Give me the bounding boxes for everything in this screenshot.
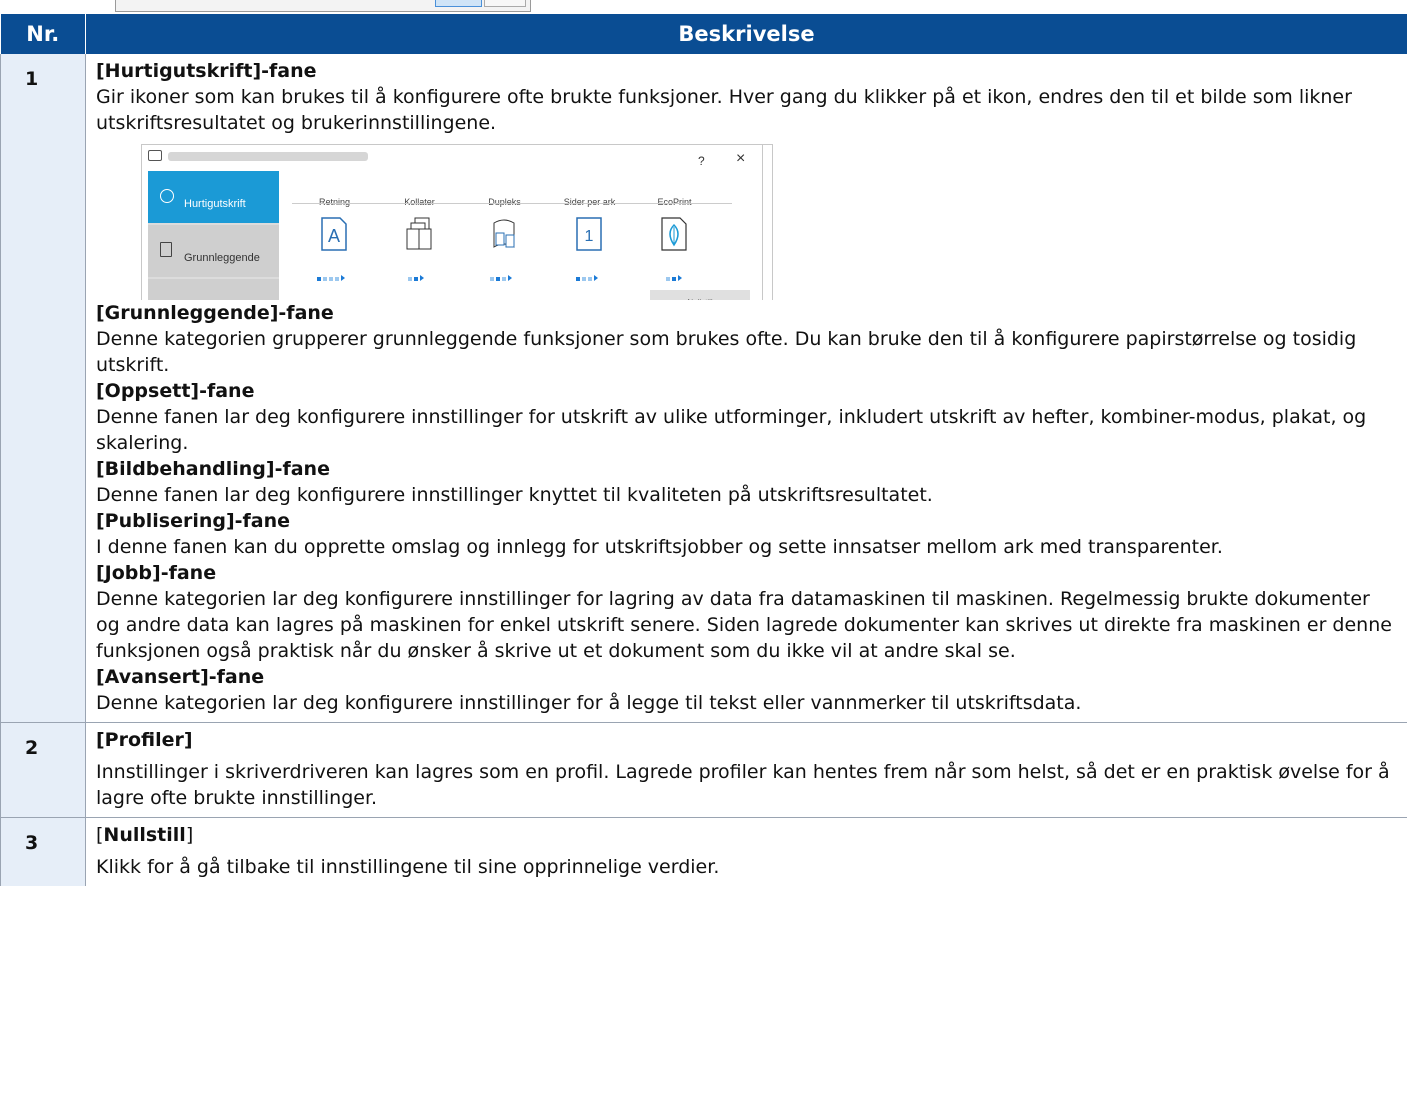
close-button[interactable]: ×	[736, 146, 745, 172]
sidebar-label: Hurtigutskrift	[184, 198, 246, 210]
option-label: Kollater	[404, 197, 435, 207]
header-nr: Nr.	[0, 14, 86, 54]
dialog-edge	[762, 145, 763, 300]
dialog-sidebar: Hurtigutskrift Grunnleggende	[148, 171, 279, 300]
sider-indicator	[576, 263, 600, 281]
row-description: [Nullstill] Klikk for å gå tilbake til i…	[86, 818, 1407, 887]
dupleks-indicator	[490, 263, 514, 281]
collate-icon[interactable]	[405, 217, 433, 251]
section-title: [Avansert]-fane	[96, 666, 265, 688]
divider	[292, 203, 732, 204]
sidebar-label: Grunnleggende	[184, 252, 260, 264]
description-table: Nr. Beskrivelse 1 [Hurtigutskrift]-fane …	[0, 14, 1407, 886]
print-settings-dialog-thumbnail: ? × Hurtigutskrift Grunnleggende Retning…	[141, 144, 773, 300]
reset-button[interactable]: Nullstill	[650, 290, 750, 300]
dialog-title-blurred	[168, 152, 368, 161]
header-description: Beskrivelse	[85, 14, 1407, 54]
section-text: Denne kategorien lar deg konfigurere inn…	[96, 692, 1082, 714]
row-number: 1	[0, 54, 86, 723]
retning-indicator	[317, 263, 347, 281]
row-description: [Hurtigutskrift]-fane Gir ikoner som kan…	[85, 54, 1407, 723]
table-row: 3 [Nullstill] Klikk for å gå tilbake til…	[0, 817, 1407, 887]
section-title: [Oppsett]-fane	[96, 380, 255, 402]
ecoprint-leaf-icon[interactable]	[660, 217, 688, 251]
orientation-icon[interactable]: A	[320, 217, 348, 251]
sidebar-item-next[interactable]	[148, 279, 279, 300]
option-label: Dupleks	[488, 197, 521, 207]
section-title: [Hurtigutskrift]-fane	[96, 60, 317, 82]
section-text: Denne kategorien lar deg konfigurere inn…	[96, 588, 1392, 662]
pages-per-sheet-icon[interactable]: 1	[575, 217, 603, 251]
cropped-cancel-button	[484, 0, 526, 7]
section-text: Denne kategorien grupperer grunnleggende…	[96, 328, 1357, 376]
section-text: Klikk for å gå tilbake til innstillingen…	[96, 856, 720, 878]
row-number: 2	[0, 722, 86, 818]
section-title: [Grunnleggende]-fane	[96, 302, 334, 324]
cropped-dialog-edge	[115, 0, 531, 12]
svg-text:A: A	[328, 226, 340, 246]
section-title: [Bildbehandling]-fane	[96, 458, 330, 480]
duplex-icon[interactable]	[490, 217, 518, 251]
table-row: 1 [Hurtigutskrift]-fane Gir ikoner som k…	[0, 54, 1407, 723]
section-text: Innstillinger i skriverdriveren kan lagr…	[96, 761, 1390, 809]
option-label: EcoPrint	[657, 197, 692, 207]
section-title: [Publisering]-fane	[96, 510, 291, 532]
section-title: [Profiler]	[96, 729, 193, 751]
row-description: [Profiler] Innstillinger i skriverdriver…	[85, 722, 1407, 818]
section-text: Denne fanen lar deg konfigurere innstill…	[96, 406, 1367, 454]
dialog-titlebar: ? ×	[142, 145, 772, 169]
sidebar-item-grunnleggende[interactable]: Grunnleggende	[148, 225, 279, 277]
table-row: 2 [Profiler] Innstillinger i skriverdriv…	[0, 722, 1407, 818]
ecoprint-indicator	[666, 263, 684, 281]
table-header-row: Nr. Beskrivelse	[0, 14, 1407, 54]
row-number: 3	[0, 817, 86, 886]
bracket-close: ]	[185, 824, 194, 846]
section-text: Denne fanen lar deg konfigurere innstill…	[96, 484, 933, 506]
title-bold: Nullstill	[103, 824, 186, 846]
clock-icon	[160, 189, 174, 203]
svg-text:1: 1	[585, 228, 594, 245]
printer-icon	[148, 150, 162, 161]
sidebar-item-hurtigutskrift[interactable]: Hurtigutskrift	[148, 171, 279, 223]
option-label: Retning	[318, 197, 351, 207]
section-title: [Jobb]-fane	[96, 562, 217, 584]
help-button[interactable]: ?	[698, 148, 705, 174]
section-text: I denne fanen kan du opprette omslag og …	[96, 536, 1223, 558]
section-title: [Nullstill]	[96, 822, 1398, 848]
cropped-ok-button	[435, 0, 482, 7]
document-icon	[160, 242, 172, 257]
section-text: Gir ikoner som kan brukes til å konfigur…	[96, 86, 1352, 134]
option-label: Sider per ark	[563, 197, 616, 207]
kollater-indicator	[408, 263, 426, 281]
